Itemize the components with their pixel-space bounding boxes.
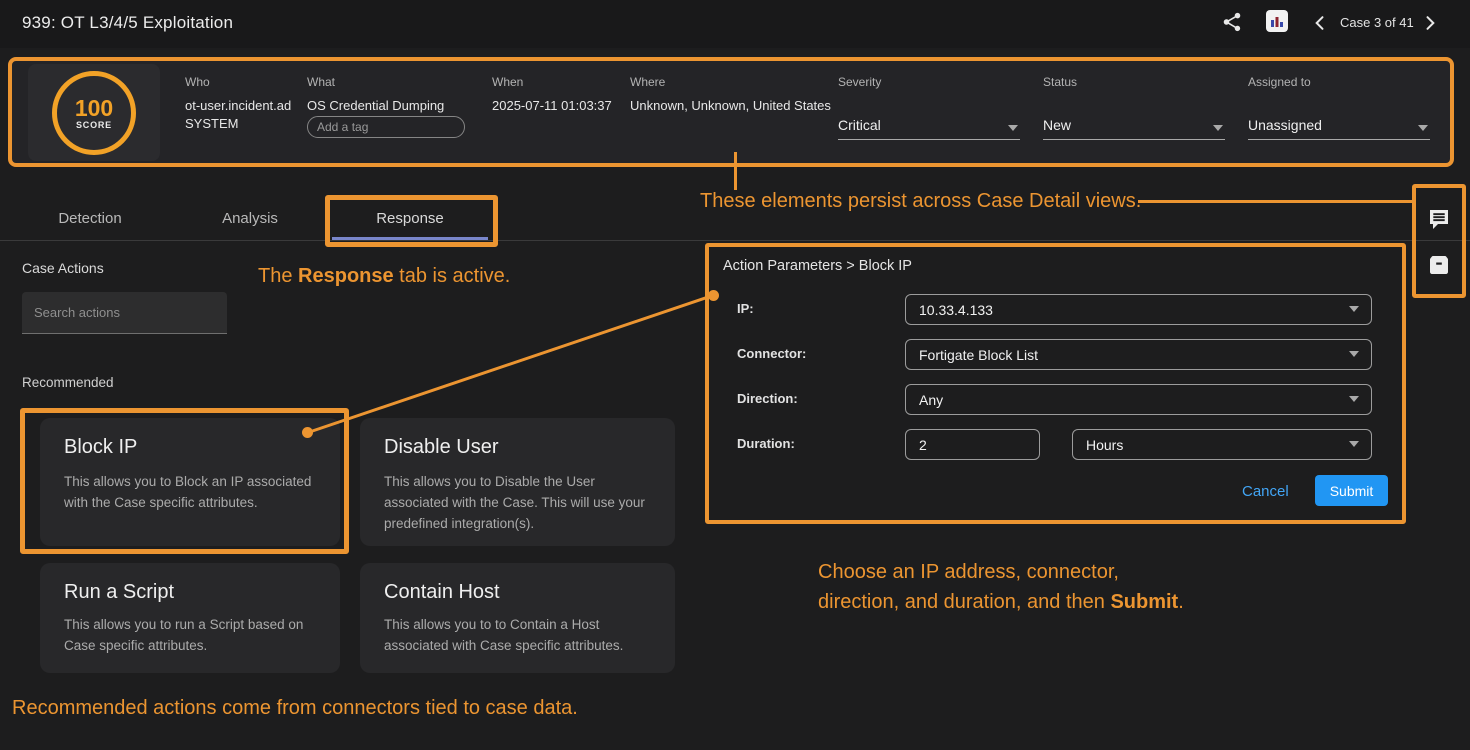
- previous-case-button[interactable]: [1308, 12, 1332, 36]
- assigned-to-value: Unassigned: [1248, 117, 1322, 133]
- where-label: Where: [630, 75, 665, 89]
- persist-annotation-leader-horizontal: [1138, 200, 1415, 203]
- annotation-dot: [302, 427, 313, 438]
- chevron-down-icon: [1349, 351, 1359, 357]
- duration-label: Duration:: [737, 436, 795, 451]
- case-actions-title: Case Actions: [22, 260, 104, 276]
- cancel-button[interactable]: Cancel: [1242, 483, 1289, 500]
- action-card-title: Run a Script: [64, 581, 174, 604]
- choose-annotation-text: Choose an IP address, connector,directio…: [818, 557, 1184, 617]
- status-select[interactable]: New: [1043, 107, 1225, 140]
- chevron-down-icon: [1349, 441, 1359, 447]
- assigned-to-select[interactable]: Unassigned: [1248, 107, 1430, 140]
- action-card-description: This allows you to run a Script based on…: [64, 615, 316, 657]
- status-value: New: [1043, 117, 1071, 133]
- action-card-block-ip[interactable]: Block IP This allows you to Block an IP …: [40, 418, 340, 546]
- chevron-left-icon: [1310, 13, 1330, 36]
- action-card-title: Disable User: [384, 436, 498, 459]
- action-card-run-script[interactable]: Run a Script This allows you to run a Sc…: [40, 563, 340, 673]
- severity-label: Severity: [838, 75, 881, 89]
- page-title: 939: OT L3/4/5 Exploitation: [22, 13, 233, 33]
- chevron-down-icon: [1418, 125, 1428, 131]
- score-value: 100: [75, 96, 113, 120]
- action-parameters-panel: Action Parameters > Block IP IP: 10.33.4…: [709, 247, 1402, 520]
- tab-detection[interactable]: Detection: [10, 198, 170, 238]
- when-label: When: [492, 75, 523, 89]
- annotation-dot: [708, 290, 719, 301]
- case-report-button[interactable]: [1264, 9, 1290, 35]
- action-card-description: This allows you to Disable the User asso…: [384, 472, 651, 535]
- add-tag-input[interactable]: [307, 116, 465, 138]
- ip-select[interactable]: 10.33.4.133: [905, 294, 1372, 325]
- duration-value-input[interactable]: [905, 429, 1040, 460]
- share-icon: [1221, 11, 1243, 36]
- score-ring: 100 SCORE: [52, 71, 136, 155]
- what-value: OS Credential Dumping: [307, 98, 444, 113]
- response-active-annotation-text: The Response tab is active.: [258, 265, 510, 288]
- tab-analysis[interactable]: Analysis: [170, 198, 330, 238]
- connector-label: Connector:: [737, 346, 806, 361]
- ip-value: 10.33.4.133: [919, 302, 993, 318]
- chevron-right-icon: [1420, 13, 1440, 36]
- tabs-divider: [0, 240, 1470, 241]
- chevron-down-icon: [1008, 125, 1018, 131]
- action-card-title: Contain Host: [384, 581, 500, 604]
- recommended-section-label: Recommended: [22, 375, 114, 390]
- share-button[interactable]: [1219, 10, 1245, 36]
- tab-response[interactable]: Response: [330, 198, 490, 238]
- bar-chart-icon: [1265, 9, 1289, 36]
- action-card-contain-host[interactable]: Contain Host This allows you to to Conta…: [360, 563, 675, 673]
- block-ip-annotation-leader-diagonal: [308, 294, 715, 434]
- who-label: Who: [185, 75, 210, 89]
- persist-annotation-leader-vertical: [734, 152, 737, 190]
- persist-annotation-text: These elements persist across Case Detai…: [700, 190, 1141, 213]
- comment-icon: [1427, 207, 1451, 236]
- chevron-down-icon: [1213, 125, 1223, 131]
- recommended-annotation-text: Recommended actions come from connectors…: [12, 697, 578, 720]
- search-actions-input[interactable]: [22, 292, 227, 334]
- severity-value: Critical: [838, 117, 881, 133]
- action-card-disable-user[interactable]: Disable User This allows you to Disable …: [360, 418, 675, 546]
- who-value-user: ot-user.incident.ad: [185, 98, 291, 113]
- severity-select[interactable]: Critical: [838, 107, 1020, 140]
- where-value: Unknown, Unknown, United States: [630, 98, 831, 113]
- archive-button[interactable]: [1427, 255, 1451, 279]
- case-header-annotation-box: 100 SCORE Who ot-user.incident.ad SYSTEM…: [8, 57, 1454, 167]
- when-value: 2025-07-11 01:03:37: [492, 98, 612, 113]
- archive-icon: [1427, 253, 1451, 282]
- submit-button[interactable]: Submit: [1315, 475, 1388, 506]
- duration-unit-value: Hours: [1086, 437, 1123, 453]
- case-detail-screen: 939: OT L3/4/5 Exploitation Case 3 of 41…: [0, 0, 1470, 750]
- direction-value: Any: [919, 392, 943, 408]
- chevron-down-icon: [1349, 396, 1359, 402]
- chevron-down-icon: [1349, 306, 1359, 312]
- ip-label: IP:: [737, 301, 754, 316]
- what-label: What: [307, 75, 335, 89]
- breadcrumb: Action Parameters > Block IP: [723, 258, 912, 274]
- who-value-system: SYSTEM: [185, 116, 238, 131]
- connector-select[interactable]: Fortigate Block List: [905, 339, 1372, 370]
- action-card-description: This allows you to to Contain a Host ass…: [384, 615, 651, 657]
- comments-button[interactable]: [1427, 209, 1451, 233]
- score-label: SCORE: [76, 120, 112, 130]
- assigned-to-label: Assigned to: [1248, 75, 1311, 89]
- score-tile: 100 SCORE: [28, 64, 160, 161]
- direction-label: Direction:: [737, 391, 798, 406]
- action-card-title: Block IP: [64, 436, 137, 459]
- direction-select[interactable]: Any: [905, 384, 1372, 415]
- connector-value: Fortigate Block List: [919, 347, 1038, 363]
- next-case-button[interactable]: [1418, 12, 1442, 36]
- action-card-description: This allows you to Block an IP associate…: [64, 472, 316, 514]
- status-label: Status: [1043, 75, 1077, 89]
- duration-unit-select[interactable]: Hours: [1072, 429, 1372, 460]
- case-counter: Case 3 of 41: [1340, 15, 1414, 30]
